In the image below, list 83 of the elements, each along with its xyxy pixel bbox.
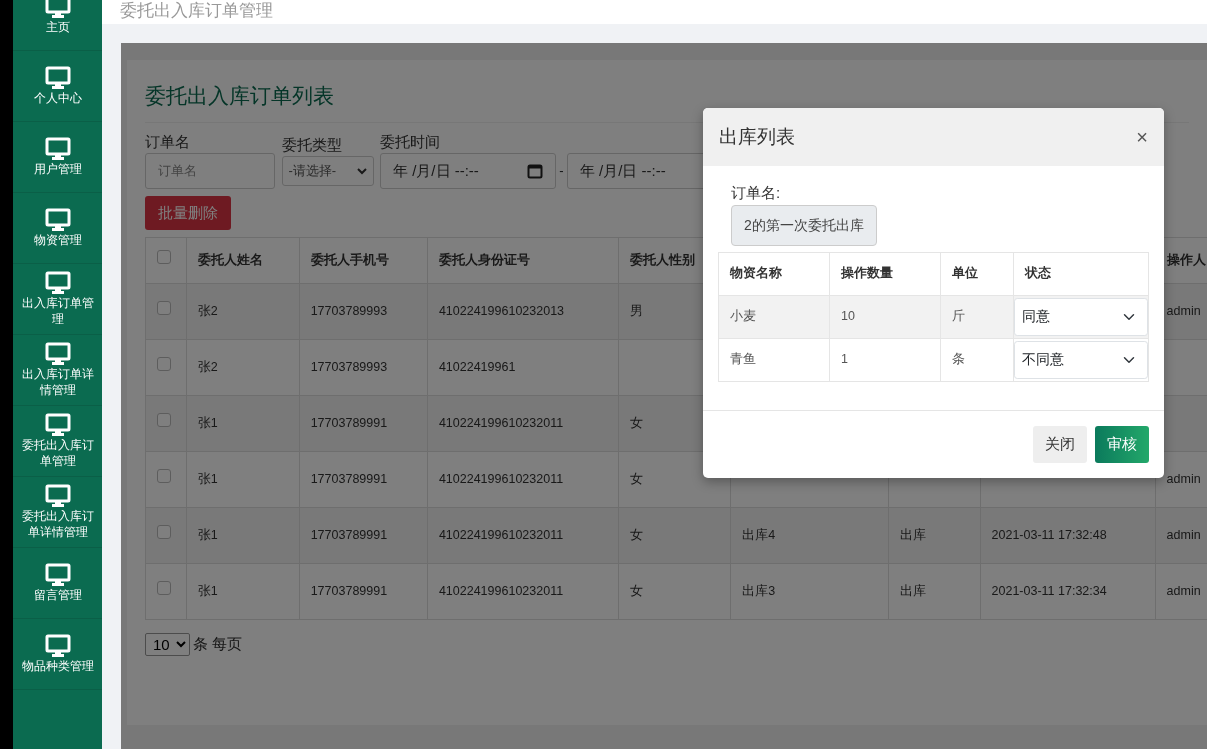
table-cell: 条	[952, 352, 965, 367]
table-cell: 2021-03-11 17:32:48	[991, 527, 1107, 542]
column-header: 委托人身份证号	[438, 252, 530, 267]
status-select[interactable]: 同意	[1014, 297, 1148, 336]
table-cell: 张1	[197, 415, 218, 430]
monitor-icon	[44, 562, 71, 587]
table-cell: 女	[630, 527, 644, 542]
monitor-icon	[44, 483, 71, 508]
monitor-icon	[44, 412, 71, 437]
select-all-checkbox[interactable]	[157, 250, 171, 265]
table-cell: 410224199610232011	[438, 471, 564, 486]
page-size-label: 条 每页	[193, 633, 243, 654]
table-cell: 张1	[197, 527, 218, 542]
monitor-icon	[44, 341, 71, 366]
table-cell: 17703789991	[310, 471, 388, 486]
table-cell: admin	[1166, 583, 1201, 598]
table-cell: admin	[1166, 471, 1201, 486]
row-checkbox[interactable]	[157, 357, 171, 372]
order-name-value: 2的第一次委托出库	[731, 204, 877, 246]
column-header: 物资名称	[730, 266, 782, 281]
page-title: 委托出入库订单管理	[102, 0, 1207, 24]
table-cell: 小麦	[730, 309, 756, 324]
table-cell: 10	[841, 309, 855, 324]
table-cell: 女	[630, 583, 644, 598]
table-cell: 出库4	[742, 527, 776, 542]
table-cell: 青鱼	[730, 352, 756, 367]
table-cell: 17703789993	[310, 303, 388, 318]
monitor-icon	[44, 0, 71, 19]
table-cell: 410224199610232013	[438, 303, 565, 318]
table-cell: admin	[1166, 527, 1201, 542]
table-cell: 男	[630, 303, 644, 318]
table-cell: 张1	[197, 583, 218, 598]
row-checkbox[interactable]	[157, 413, 171, 428]
row-checkbox[interactable]	[157, 301, 171, 316]
table-cell: 出库	[899, 583, 926, 598]
row-checkbox[interactable]	[157, 581, 171, 596]
row-checkbox[interactable]	[157, 525, 171, 540]
filter-label: 委托时间	[380, 131, 440, 152]
column-header: 单位	[952, 266, 978, 281]
type-select[interactable]: -请选择-	[281, 156, 374, 186]
monitor-icon	[44, 65, 71, 90]
table-cell: 张2	[197, 303, 218, 318]
monitor-icon	[44, 633, 71, 658]
page-size-select[interactable]: 10	[145, 632, 190, 656]
caret-icon	[356, 167, 367, 175]
table-cell: 410224199610232011	[438, 415, 564, 430]
table-cell: 张1	[197, 471, 218, 486]
table-cell: 1	[841, 352, 848, 367]
row-checkbox[interactable]	[157, 469, 171, 484]
column-header: 操作人	[1166, 252, 1206, 267]
approve-button[interactable]: 审核	[1095, 426, 1149, 463]
filter-label: 订单名	[145, 131, 190, 152]
table-cell: 17703789991	[310, 527, 388, 542]
table-cell: 17703789991	[310, 583, 388, 598]
datetime-field[interactable]: 年 /月/日 --:--	[380, 153, 556, 189]
monitor-icon	[44, 136, 71, 161]
table-cell: 17703789991	[310, 415, 388, 430]
column-header: 操作数量	[841, 266, 893, 281]
column-header: 委托人姓名	[197, 252, 263, 267]
table-cell: 出库	[899, 527, 926, 542]
table-cell: 女	[630, 471, 644, 486]
column-header: 委托人性别	[630, 252, 696, 267]
table-cell: 女	[630, 415, 644, 430]
close-button[interactable]: 关闭	[1033, 426, 1087, 463]
close-button[interactable]: ×	[1136, 127, 1148, 147]
table-cell: 出库3	[742, 583, 776, 598]
table-cell: 410224199610232011	[438, 583, 564, 598]
table-cell: 410224199610232011	[438, 527, 564, 542]
table-cell: 2021-03-11 17:32:34	[991, 583, 1107, 598]
range-separator: -	[559, 162, 564, 181]
status-select[interactable]: 不同意	[1014, 340, 1148, 379]
table-cell: admin	[1166, 303, 1201, 318]
column-header: 状态	[1025, 266, 1051, 281]
table-cell: 张2	[197, 359, 218, 374]
table-cell: 17703789993	[310, 359, 388, 374]
table-cell: 斤	[952, 309, 965, 324]
filter-label: 委托类型	[281, 134, 342, 155]
column-header: 委托人手机号	[310, 252, 389, 267]
modal-title: 出库列表	[719, 124, 795, 149]
monitor-icon	[44, 207, 71, 232]
table-cell: 41022419961	[438, 359, 516, 374]
monitor-icon	[44, 270, 71, 295]
calendar-icon	[527, 163, 543, 179]
